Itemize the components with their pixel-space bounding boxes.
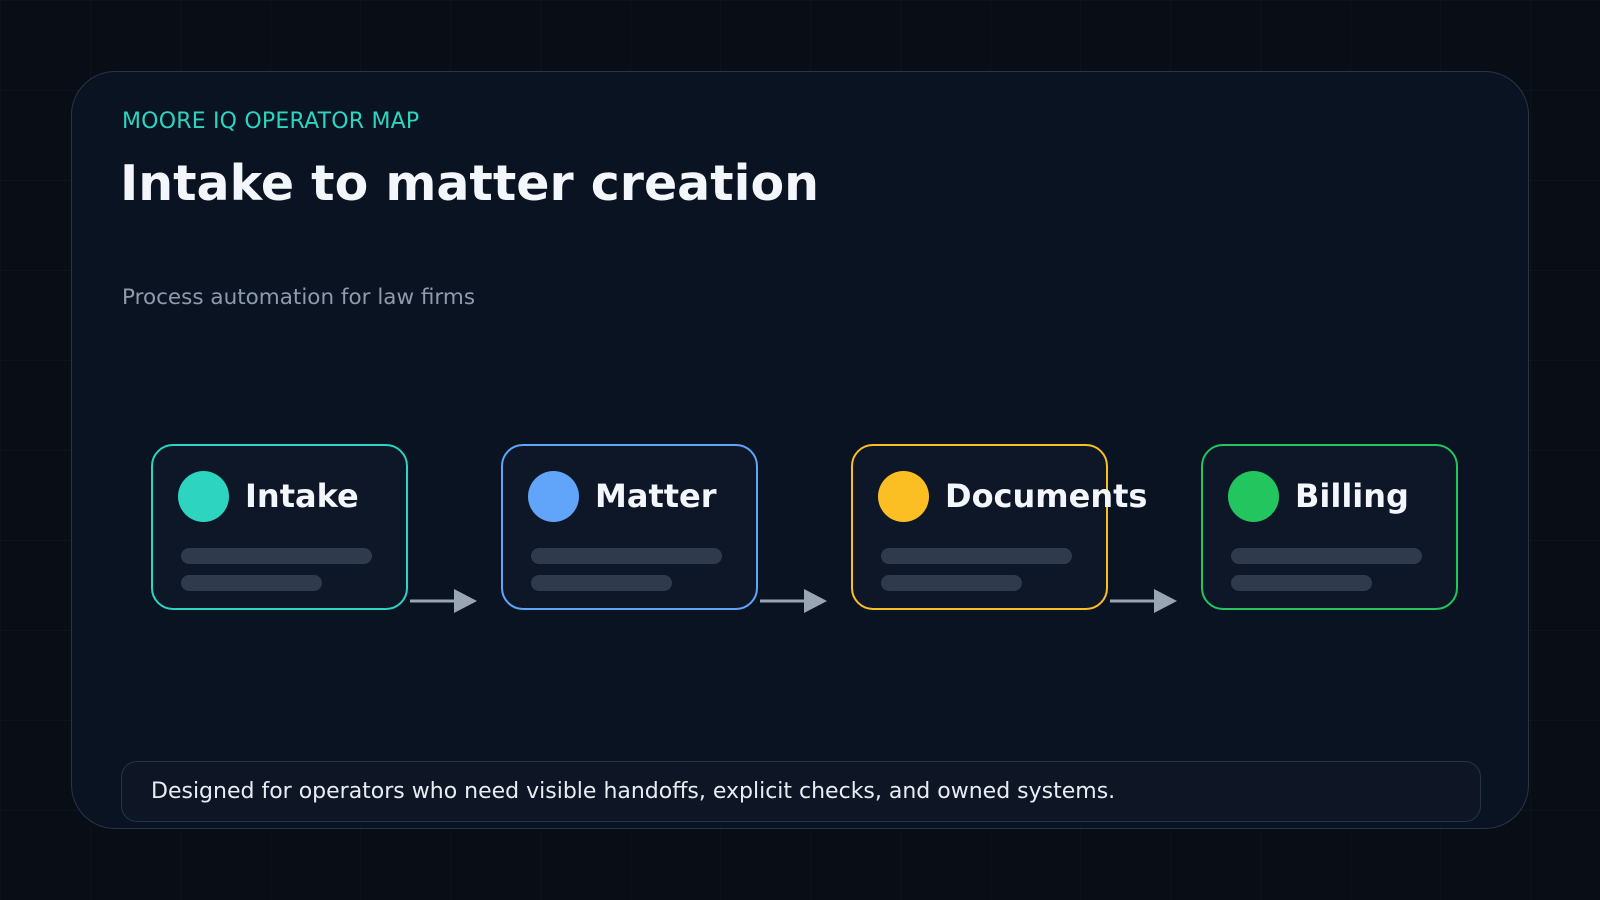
placeholder-line [531, 575, 672, 591]
placeholder-line [181, 575, 322, 591]
footer-text: Designed for operators who need visible … [151, 779, 1116, 804]
stage-intake: Intake [151, 444, 408, 610]
page-title: Intake to matter creation [120, 155, 820, 212]
eyebrow-label: MOORE IQ OPERATOR MAP [122, 109, 420, 134]
page-subtitle: Process automation for law firms [122, 285, 476, 310]
footer-note: Designed for operators who need visible … [121, 761, 1481, 822]
placeholder-line [1231, 575, 1372, 591]
stage-billing: Billing [1201, 444, 1458, 610]
stage-label: Billing [1295, 477, 1409, 515]
stage-label: Documents [945, 477, 1148, 515]
placeholder-line [881, 575, 1022, 591]
stage-matter: Matter [501, 444, 758, 610]
placeholder-line [881, 548, 1072, 564]
stage-documents: Documents [851, 444, 1147, 610]
stage-dot-icon [528, 471, 579, 522]
stage-dot-icon [178, 471, 229, 522]
placeholder-line [1231, 548, 1422, 564]
placeholder-line [531, 548, 722, 564]
stage-dot-icon [878, 471, 929, 522]
stage-label: Intake [245, 477, 359, 515]
stage-dot-icon [1228, 471, 1279, 522]
stage-label: Matter [595, 477, 717, 515]
placeholder-line [181, 548, 372, 564]
